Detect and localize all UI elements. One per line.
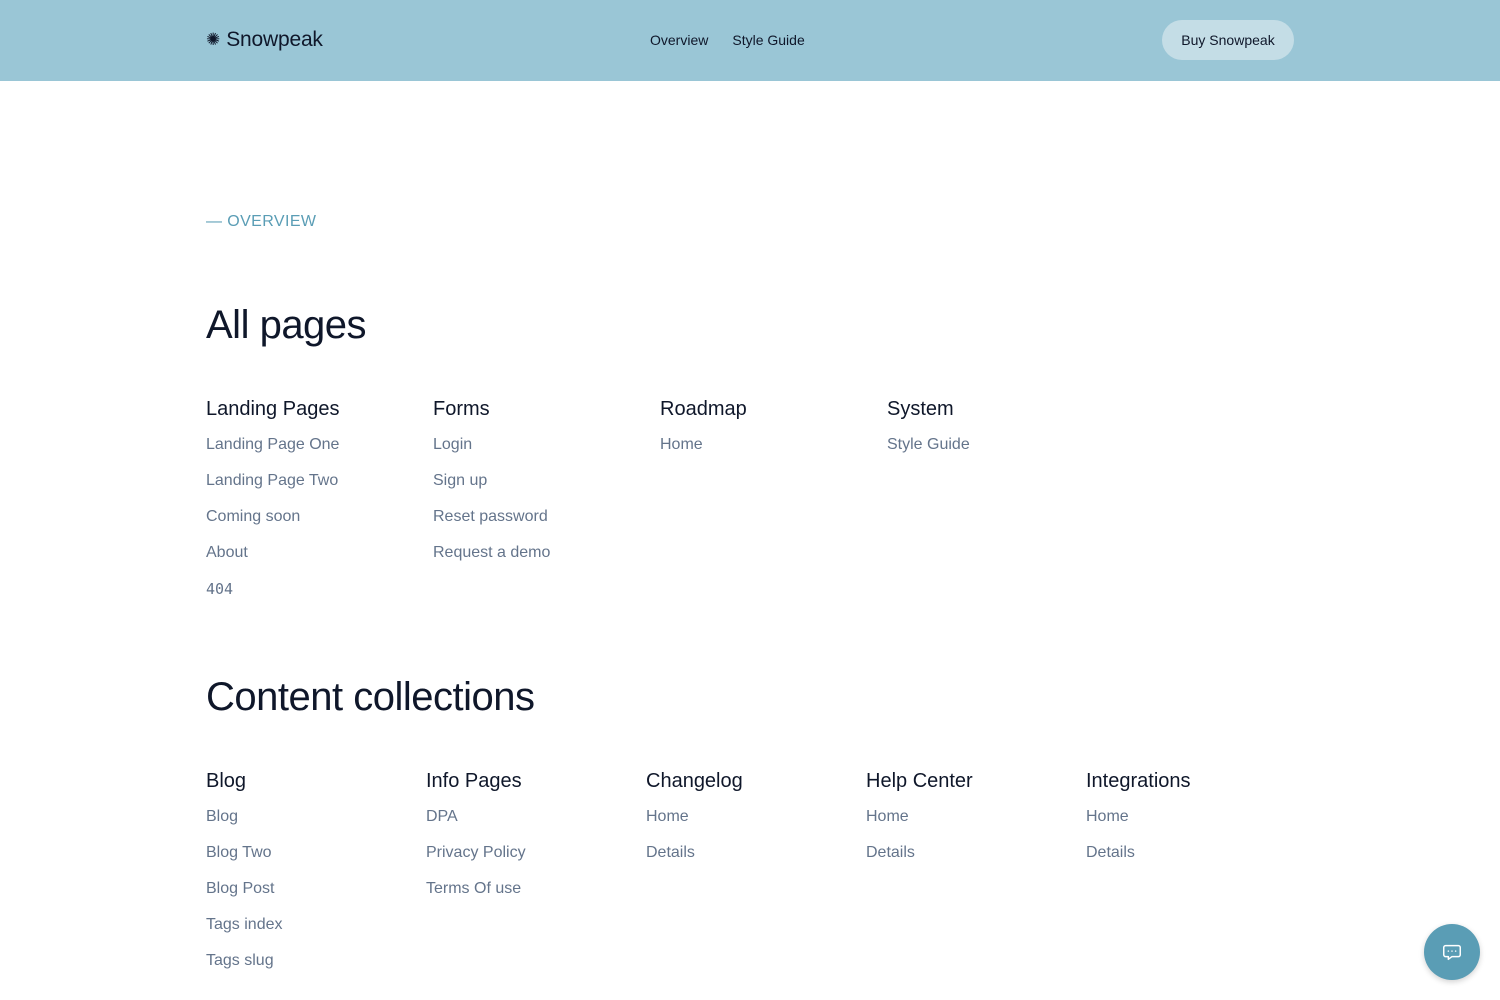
column-system: System Style Guide [887, 397, 1114, 613]
column-heading: Help Center [866, 770, 973, 792]
content-collections-title: Content collections [206, 675, 535, 719]
chat-button[interactable] [1424, 924, 1480, 980]
nav-style-guide[interactable]: Style Guide [732, 30, 804, 50]
overview-eyebrow: — OVERVIEW [206, 213, 317, 230]
link-changelog-home[interactable]: Home [646, 808, 689, 825]
link-style-guide[interactable]: Style Guide [887, 436, 970, 453]
column-heading: Integrations [1086, 770, 1191, 792]
link-help-center-home[interactable]: Home [866, 808, 909, 825]
chat-bubble-icon [1441, 941, 1463, 963]
link-request-demo[interactable]: Request a demo [433, 544, 550, 561]
link-privacy-policy[interactable]: Privacy Policy [426, 844, 526, 861]
column-heading: System [887, 398, 954, 420]
link-integrations-details[interactable]: Details [1086, 844, 1135, 861]
link-blog-two[interactable]: Blog Two [206, 844, 272, 861]
snowflake-icon: ✺ [206, 30, 221, 50]
column-heading: Roadmap [660, 398, 747, 420]
column-heading: Blog [206, 770, 247, 792]
column-roadmap: Roadmap Home [660, 397, 887, 613]
link-tags-slug[interactable]: Tags slug [206, 952, 274, 969]
column-landing-pages: Landing Pages Landing Page One Landing P… [206, 397, 433, 613]
link-roadmap-home[interactable]: Home [660, 436, 703, 453]
column-blog: Blog Blog Blog Two Blog Post Tags index … [206, 769, 426, 985]
column-heading: Landing Pages [206, 398, 340, 420]
column-changelog: Changelog Home Details [646, 769, 866, 985]
link-reset-password[interactable]: Reset password [433, 508, 548, 525]
column-info-pages: Info Pages DPA Privacy Policy Terms Of u… [426, 769, 646, 985]
brand-name: Snowpeak [226, 28, 323, 51]
column-help-center: Help Center Home Details [866, 769, 1086, 985]
brand-logo-link[interactable]: ✺ Snowpeak [206, 27, 323, 53]
link-about[interactable]: About [206, 544, 248, 561]
link-coming-soon[interactable]: Coming soon [206, 508, 300, 525]
column-forms: Forms Login Sign up Reset password Reque… [433, 397, 660, 613]
nav-overview[interactable]: Overview [650, 30, 708, 50]
link-dpa[interactable]: DPA [426, 808, 458, 825]
link-landing-page-one[interactable]: Landing Page One [206, 436, 339, 453]
all-pages-title: All pages [206, 303, 367, 347]
link-sign-up[interactable]: Sign up [433, 472, 487, 489]
link-blog[interactable]: Blog [206, 808, 238, 825]
main-nav: Overview Style Guide [650, 30, 805, 50]
link-404[interactable]: 404 [206, 580, 233, 598]
link-tags-index[interactable]: Tags index [206, 916, 283, 933]
link-blog-post[interactable]: Blog Post [206, 880, 274, 897]
link-changelog-details[interactable]: Details [646, 844, 695, 861]
site-header: ✺ Snowpeak Overview Style Guide Buy Snow… [0, 0, 1500, 81]
link-landing-page-two[interactable]: Landing Page Two [206, 472, 338, 489]
link-integrations-home[interactable]: Home [1086, 808, 1129, 825]
link-login[interactable]: Login [433, 436, 472, 453]
column-heading: Forms [433, 398, 490, 420]
all-pages-grid: Landing Pages Landing Page One Landing P… [206, 397, 1306, 613]
link-help-center-details[interactable]: Details [866, 844, 915, 861]
column-heading: Changelog [646, 770, 743, 792]
column-heading: Info Pages [426, 770, 522, 792]
content-collections-grid: Blog Blog Blog Two Blog Post Tags index … [206, 769, 1306, 985]
buy-button[interactable]: Buy Snowpeak [1162, 20, 1294, 60]
link-terms-of-use[interactable]: Terms Of use [426, 880, 521, 897]
column-integrations: Integrations Home Details [1086, 769, 1306, 985]
